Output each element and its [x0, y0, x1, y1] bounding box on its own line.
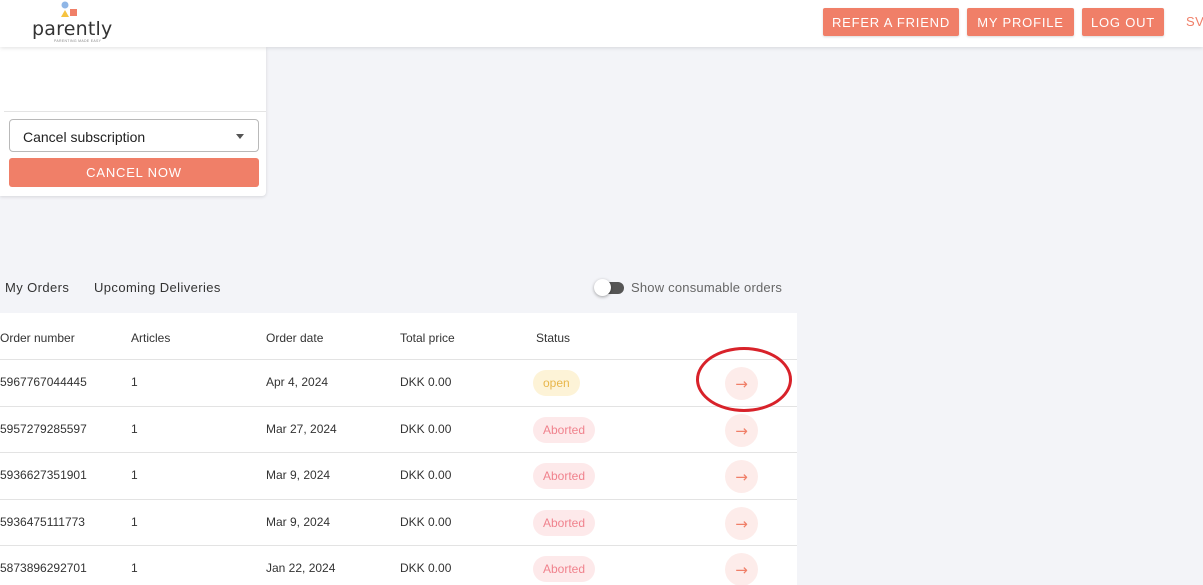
- card-divider: [4, 111, 266, 112]
- total-price-cell: DKK 0.00: [400, 468, 452, 482]
- table-row: 5957279285597 1 Mar 27, 2024 DKK 0.00 Ab…: [0, 406, 797, 452]
- language-switch[interactable]: SV: [1186, 14, 1203, 29]
- toggle-label: Show consumable orders: [631, 280, 783, 295]
- order-date-cell: Apr 4, 2024: [266, 375, 329, 389]
- status-badge: Aborted: [533, 417, 596, 443]
- column-header-articles: Articles: [131, 331, 171, 345]
- logo-tagline: PARENTING MADE EASY: [54, 39, 102, 43]
- column-header-status: Status: [536, 331, 571, 345]
- table-row: 5873896292701 1 Jan 22, 2024 DKK 0.00 Ab…: [0, 545, 797, 585]
- table-row: 5967767044445 1 Apr 4, 2024 DKK 0.00 ope…: [0, 359, 797, 405]
- total-price-cell: DKK 0.00: [400, 422, 452, 436]
- total-price-cell: DKK 0.00: [400, 515, 452, 529]
- total-price-cell: DKK 0.00: [400, 375, 452, 389]
- caret-down-icon: [236, 134, 244, 139]
- arrow-right-icon[interactable]: →: [725, 414, 758, 447]
- subscription-card: Cancel subscription CANCEL NOW: [0, 47, 266, 196]
- subscription-action-select[interactable]: Cancel subscription: [9, 119, 259, 152]
- consumable-orders-toggle[interactable]: [594, 279, 628, 296]
- status-badge: Aborted: [533, 556, 596, 582]
- order-number-cell: 5936627351901: [0, 468, 87, 482]
- logo-shapes-icon: [61, 1, 77, 17]
- tab-upcoming-deliveries[interactable]: Upcoming Deliveries: [94, 280, 221, 295]
- order-date-cell: Jan 22, 2024: [266, 561, 336, 575]
- arrow-right-icon[interactable]: →: [725, 553, 758, 585]
- order-number-cell: 5967767044445: [0, 375, 87, 389]
- table-row: 5936475111773 1 Mar 9, 2024 DKK 0.00 Abo…: [0, 499, 797, 545]
- column-header-total-price: Total price: [400, 331, 455, 345]
- order-number-cell: 5957279285597: [0, 422, 87, 436]
- toggle-thumb: [594, 279, 611, 296]
- status-badge: open: [533, 370, 580, 396]
- red-highlight-ellipse: [696, 347, 792, 412]
- status-badge: Aborted: [533, 510, 596, 536]
- column-header-order-number: Order number: [0, 331, 75, 345]
- select-value: Cancel subscription: [23, 129, 146, 145]
- articles-cell: 1: [131, 468, 138, 482]
- arrow-right-icon[interactable]: →: [725, 460, 758, 493]
- order-date-cell: Mar 9, 2024: [266, 468, 331, 482]
- table-row: 5936627351901 1 Mar 9, 2024 DKK 0.00 Abo…: [0, 452, 797, 498]
- cancel-now-button[interactable]: CANCEL NOW: [9, 158, 259, 187]
- orders-table: Order number Articles Order date Total p…: [0, 313, 797, 585]
- articles-cell: 1: [131, 422, 138, 436]
- top-header: parently PARENTING MADE EASY REFER A FRI…: [0, 0, 1203, 47]
- refer-a-friend-button[interactable]: REFER A FRIEND: [823, 8, 959, 36]
- status-badge: Aborted: [533, 463, 596, 489]
- log-out-button[interactable]: LOG OUT: [1082, 8, 1164, 36]
- order-date-cell: Mar 9, 2024: [266, 515, 331, 529]
- articles-cell: 1: [131, 375, 138, 389]
- column-header-order-date: Order date: [266, 331, 324, 345]
- arrow-right-icon[interactable]: →: [725, 507, 758, 540]
- articles-cell: 1: [131, 561, 138, 575]
- logo-wordmark: parently: [32, 18, 113, 40]
- my-profile-button[interactable]: MY PROFILE: [967, 8, 1074, 36]
- order-number-cell: 5936475111773: [0, 515, 85, 529]
- order-number-cell: 5873896292701: [0, 561, 87, 575]
- articles-cell: 1: [131, 515, 138, 529]
- order-date-cell: Mar 27, 2024: [266, 422, 337, 436]
- total-price-cell: DKK 0.00: [400, 561, 452, 575]
- tab-my-orders[interactable]: My Orders: [5, 280, 69, 295]
